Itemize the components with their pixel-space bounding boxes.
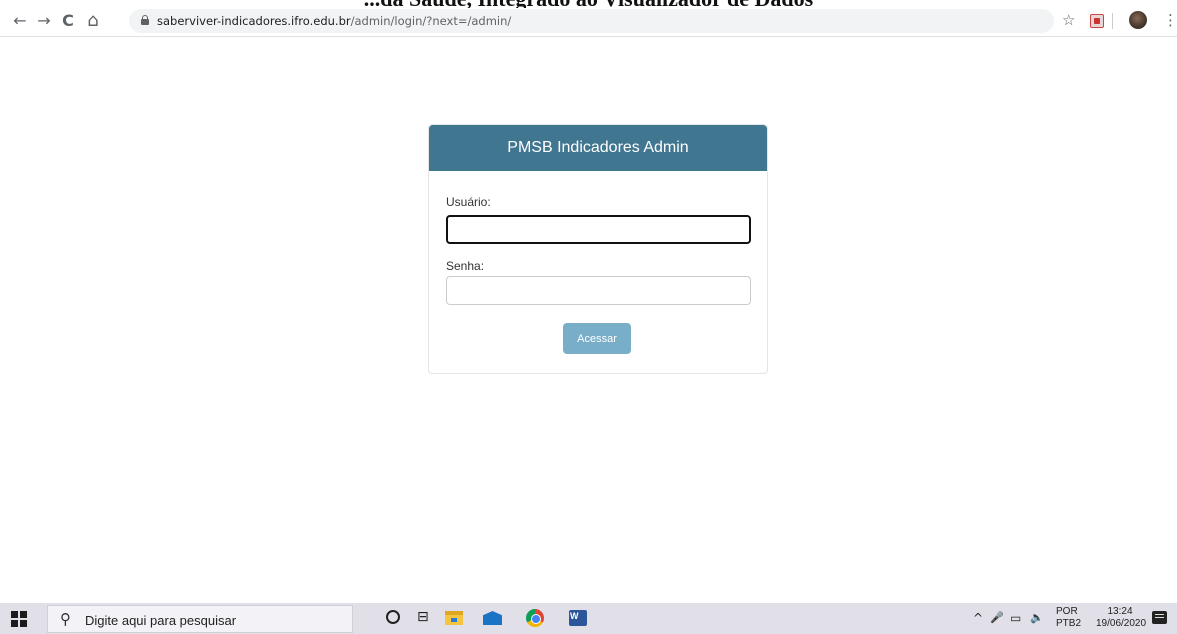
network-icon[interactable]: ▭ — [1010, 611, 1021, 625]
address-bar[interactable]: saberviver-indicadores.ifro.edu.br/admin… — [129, 9, 1054, 33]
toolbar-divider — [0, 36, 1177, 37]
clock-date: 19/06/2020 — [1096, 618, 1147, 629]
pdf-extension-icon[interactable] — [1090, 14, 1104, 28]
bookmark-star-icon[interactable]: ☆ — [1062, 11, 1075, 29]
url-path: /admin/login/?next=/admin/ — [350, 14, 512, 28]
microphone-icon[interactable]: 🎤 — [990, 611, 1004, 624]
volume-icon[interactable]: 🔈 — [1030, 611, 1044, 624]
browser-toolbar: ← → C ⌂ saberviver-indicadores.ifro.edu.… — [0, 8, 1177, 34]
profile-avatar-icon[interactable] — [1129, 11, 1147, 29]
login-header: PMSB Indicadores Admin — [429, 125, 767, 171]
system-clock[interactable]: 13:24 19/06/2020 — [1096, 606, 1147, 630]
chrome-icon[interactable] — [526, 609, 544, 627]
back-arrow-icon[interactable]: ← — [10, 10, 30, 32]
tray-chevron-icon[interactable]: ^ — [973, 611, 983, 625]
toolbar-separator — [1112, 13, 1113, 29]
more-menu-icon[interactable]: ⋮ — [1163, 11, 1177, 29]
keyboard-layout: PTB2 — [1056, 618, 1082, 629]
clock-time: 13:24 — [1107, 606, 1133, 617]
forward-arrow-icon[interactable]: → — [34, 10, 54, 32]
lock-icon — [141, 15, 149, 25]
url-text: saberviver-indicadores.ifro.edu.br/admin… — [157, 14, 511, 28]
task-view-icon[interactable]: ⊟ — [417, 609, 435, 625]
language-code: POR — [1056, 606, 1078, 617]
cortana-icon[interactable] — [386, 610, 400, 624]
home-icon[interactable]: ⌂ — [83, 10, 103, 32]
file-explorer-icon[interactable] — [445, 611, 463, 625]
username-input[interactable] — [446, 215, 751, 244]
username-label: Usuário: — [446, 195, 491, 209]
mail-icon[interactable] — [483, 611, 502, 625]
login-submit-button[interactable]: Acessar — [563, 323, 631, 354]
password-input[interactable] — [446, 276, 751, 305]
password-label: Senha: — [446, 259, 485, 273]
reload-icon[interactable]: C — [58, 10, 78, 32]
language-indicator[interactable]: POR PTB2 — [1056, 606, 1081, 630]
login-panel: PMSB Indicadores Admin Usuário: Senha: A… — [428, 124, 768, 374]
search-placeholder: Digite aqui para pesquisar — [85, 613, 237, 628]
taskbar-search-box[interactable]: ⚲ Digite aqui para pesquisar — [47, 605, 353, 633]
windows-taskbar: ⚲ Digite aqui para pesquisar ⊟ ^ 🎤 ▭ 🔈 P… — [0, 603, 1177, 634]
windows-start-icon[interactable] — [11, 611, 27, 627]
url-host: saberviver-indicadores.ifro.edu.br — [157, 14, 351, 28]
search-icon: ⚲ — [60, 610, 71, 628]
word-icon[interactable] — [569, 610, 587, 626]
notifications-icon[interactable] — [1152, 611, 1167, 624]
